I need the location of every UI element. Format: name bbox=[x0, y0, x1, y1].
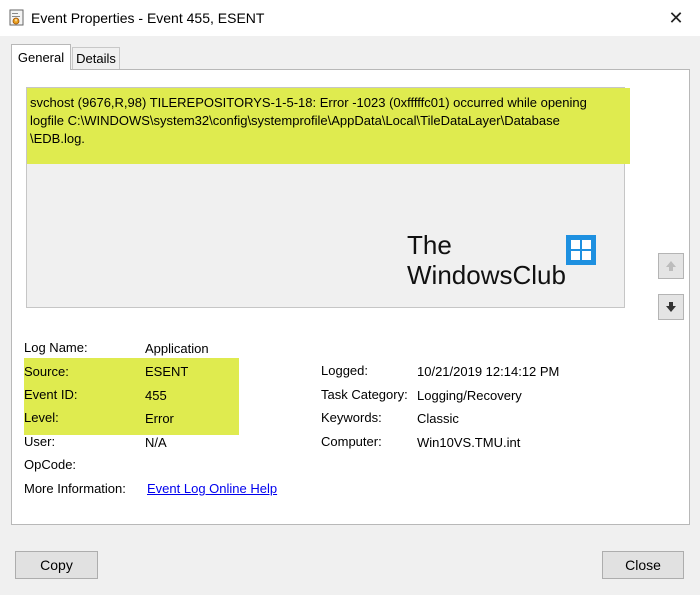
copy-button[interactable]: Copy bbox=[15, 551, 98, 579]
level-label: Level: bbox=[24, 410, 59, 425]
task-category-label: Task Category: bbox=[321, 387, 408, 402]
tab-general[interactable]: General bbox=[11, 44, 71, 70]
watermark-logo: The WindowsClub bbox=[407, 230, 566, 290]
windows-logo-icon bbox=[566, 235, 596, 265]
logged-label: Logged: bbox=[321, 363, 368, 378]
watermark-line: WindowsClub bbox=[407, 260, 566, 290]
event-id-value: 455 bbox=[145, 388, 167, 403]
next-event-button[interactable] bbox=[658, 294, 684, 320]
previous-event-button[interactable] bbox=[658, 253, 684, 279]
event-viewer-icon bbox=[9, 9, 24, 26]
level-value: Error bbox=[145, 411, 174, 426]
more-info-label: More Information: bbox=[24, 481, 126, 496]
source-value: ESENT bbox=[145, 364, 189, 379]
description-text: svchost (9676,R,98) TILEREPOSITORYS-1-5-… bbox=[30, 94, 620, 148]
arrow-down-icon bbox=[666, 302, 676, 312]
source-label: Source: bbox=[24, 364, 69, 379]
computer-value: Win10VS.TMU.int bbox=[417, 435, 521, 450]
description-line: svchost (9676,R,98) TILEREPOSITORYS-1-5-… bbox=[30, 95, 587, 110]
window-title: Event Properties - Event 455, ESENT bbox=[31, 10, 265, 26]
opcode-label: OpCode: bbox=[24, 457, 77, 472]
description-box[interactable]: svchost (9676,R,98) TILEREPOSITORYS-1-5-… bbox=[26, 87, 630, 308]
watermark-line: The bbox=[407, 230, 452, 260]
computer-label: Computer: bbox=[321, 434, 382, 449]
log-name-label: Log Name: bbox=[24, 340, 88, 355]
description-line: logfile C:\WINDOWS\system32\config\syste… bbox=[30, 113, 560, 128]
keywords-label: Keywords: bbox=[321, 410, 382, 425]
event-id-label: Event ID: bbox=[24, 387, 78, 402]
window-close-button[interactable]: ✕ bbox=[652, 0, 700, 36]
description-line: \EDB.log. bbox=[30, 131, 85, 146]
arrow-up-icon bbox=[666, 261, 676, 271]
general-panel: svchost (9676,R,98) TILEREPOSITORYS-1-5-… bbox=[11, 69, 690, 525]
event-log-online-help-link[interactable]: Event Log Online Help bbox=[147, 481, 277, 496]
log-name-value: Application bbox=[145, 341, 209, 356]
user-value: N/A bbox=[145, 435, 167, 450]
task-category-value: Logging/Recovery bbox=[417, 388, 522, 403]
close-button[interactable]: Close bbox=[602, 551, 684, 579]
title-bar: Event Properties - Event 455, ESENT ✕ bbox=[0, 0, 700, 36]
user-label: User: bbox=[24, 434, 56, 449]
logged-value: 10/21/2019 12:14:12 PM bbox=[417, 364, 560, 379]
tab-details[interactable]: Details bbox=[72, 47, 120, 69]
keywords-value: Classic bbox=[417, 411, 459, 426]
